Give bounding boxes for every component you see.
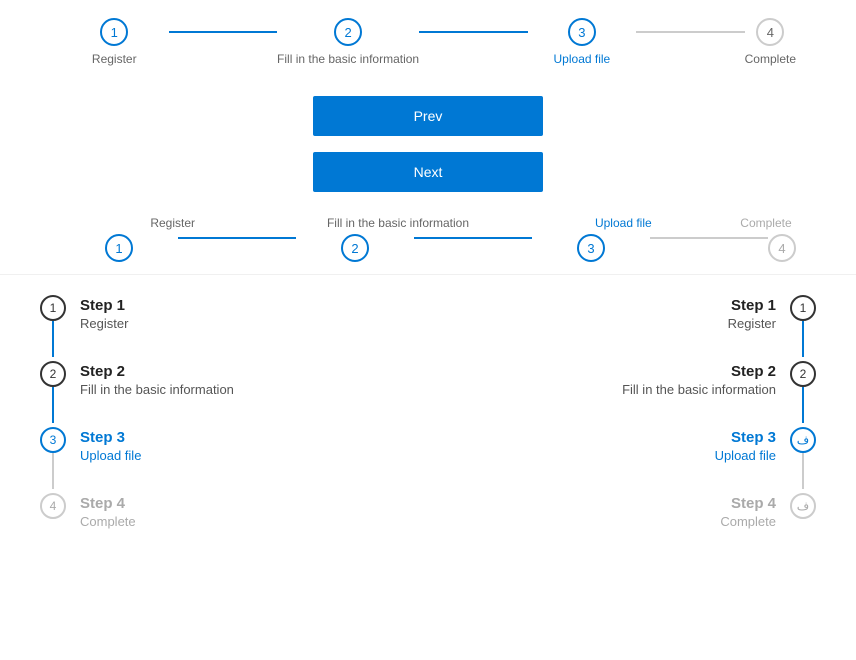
s2-label-2: Fill in the basic information bbox=[327, 216, 469, 230]
v-left-circle-3: 3 bbox=[40, 427, 66, 453]
step-4-circle: 4 bbox=[756, 18, 784, 46]
v-stepper-right: 1 Step 1 Register 2 Step 2 Fill in the b… bbox=[428, 295, 816, 529]
v-right-content-4: Step 4 Complete bbox=[428, 493, 776, 529]
s2-step-4: 4 bbox=[768, 234, 796, 262]
s2-step-4-circle: 4 bbox=[768, 234, 796, 262]
v-left-subtitle-4: Complete bbox=[80, 514, 136, 529]
v-left-subtitle-1: Register bbox=[80, 316, 128, 331]
v-left-title-1: Step 1 bbox=[80, 297, 128, 314]
s2-label-1: Register bbox=[150, 216, 195, 230]
step-2-label: Fill in the basic information bbox=[277, 52, 419, 66]
v-right-content-1: Step 1 Register bbox=[428, 295, 776, 361]
v-left-subtitle-2: Fill in the basic information bbox=[80, 382, 234, 397]
step-1-circle: 1 bbox=[100, 18, 128, 46]
next-button[interactable]: Next bbox=[313, 152, 543, 192]
v-right-title-1: Step 1 bbox=[428, 297, 776, 314]
v-right-circle-1: 1 bbox=[790, 295, 816, 321]
v-left-step-2-track: 2 bbox=[40, 361, 66, 423]
v-left-step-3-track: 3 bbox=[40, 427, 66, 489]
step-2: 2 Fill in the basic information bbox=[277, 18, 419, 66]
v-left-line-3 bbox=[52, 453, 54, 489]
s2-label-3: Upload file bbox=[595, 216, 652, 230]
s2-step-2-circle: 2 bbox=[341, 234, 369, 262]
prev-button[interactable]: Prev bbox=[313, 96, 543, 136]
v-right-content-2: Step 2 Fill in the basic information bbox=[428, 361, 776, 427]
s2-step-2: 2 bbox=[296, 234, 414, 262]
connector-1-2 bbox=[169, 31, 278, 33]
s2-connector-2-3 bbox=[414, 237, 532, 239]
connector-3-4 bbox=[636, 31, 745, 33]
v-right-circle-4: ف bbox=[790, 493, 816, 519]
v-left-circle-4: 4 bbox=[40, 493, 66, 519]
v-left-line-2 bbox=[52, 387, 54, 423]
v-left-subtitle-3: Upload file bbox=[80, 448, 141, 463]
v-left-content-1: Step 1 Register bbox=[80, 295, 128, 361]
step-4-label: Complete bbox=[745, 52, 796, 66]
step-4: 4 Complete bbox=[745, 18, 796, 66]
v-left-circle-1: 1 bbox=[40, 295, 66, 321]
v-left-step-1: 1 Step 1 Register bbox=[40, 295, 428, 361]
v-right-circle-3: ف bbox=[790, 427, 816, 453]
v-right-subtitle-2: Fill in the basic information bbox=[428, 382, 776, 397]
v-left-step-3: 3 Step 3 Upload file bbox=[40, 427, 428, 493]
step-3-label: Upload file bbox=[554, 52, 611, 66]
s2-step-1-circle: 1 bbox=[105, 234, 133, 262]
s2-step-3: 3 bbox=[532, 234, 650, 262]
v-left-content-2: Step 2 Fill in the basic information bbox=[80, 361, 234, 427]
s2-connector-3-4 bbox=[650, 237, 768, 239]
v-right-step-3: ف Step 3 Upload file bbox=[428, 427, 816, 493]
step-2-circle: 2 bbox=[334, 18, 362, 46]
step-3: 3 Upload file bbox=[528, 18, 637, 66]
v-right-step-4: ف Step 4 Complete bbox=[428, 493, 816, 529]
stepper-2-track: 1 2 3 4 bbox=[60, 234, 796, 262]
v-right-step-1: 1 Step 1 Register bbox=[428, 295, 816, 361]
v-left-title-4: Step 4 bbox=[80, 495, 136, 512]
v-right-line-3 bbox=[802, 453, 804, 489]
stepper-1-container: 1 Register 2 Fill in the basic informati… bbox=[0, 0, 856, 76]
v-right-title-2: Step 2 bbox=[428, 363, 776, 380]
v-right-line-1 bbox=[802, 321, 804, 357]
step-1-label: Register bbox=[92, 52, 137, 66]
v-right-circle-2: 2 bbox=[790, 361, 816, 387]
stepper-1-track: 1 Register 2 Fill in the basic informati… bbox=[60, 18, 796, 66]
v-right-step-2: 2 Step 2 Fill in the basic information bbox=[428, 361, 816, 427]
v-right-title-3: Step 3 bbox=[428, 429, 776, 446]
step-1: 1 Register bbox=[60, 18, 169, 66]
buttons-container: Prev Next bbox=[0, 76, 856, 212]
v-stepper-left: 1 Step 1 Register 2 Step 2 Fill in the b… bbox=[40, 295, 428, 529]
v-right-step-3-track: ف bbox=[790, 427, 816, 489]
s2-step-3-circle: 3 bbox=[577, 234, 605, 262]
v-right-line-2 bbox=[802, 387, 804, 423]
v-right-title-4: Step 4 bbox=[428, 495, 776, 512]
v-right-step-2-track: 2 bbox=[790, 361, 816, 423]
v-left-title-3: Step 3 bbox=[80, 429, 141, 446]
v-right-step-1-track: 1 bbox=[790, 295, 816, 357]
v-right-subtitle-1: Register bbox=[428, 316, 776, 331]
v-right-subtitle-4: Complete bbox=[428, 514, 776, 529]
v-right-subtitle-3: Upload file bbox=[428, 448, 776, 463]
s2-label-4: Complete bbox=[740, 216, 791, 230]
vertical-stepper-right: 1 Step 1 Register 2 Step 2 Fill in the b… bbox=[428, 295, 856, 529]
v-left-line-1 bbox=[52, 321, 54, 357]
v-left-step-1-track: 1 bbox=[40, 295, 66, 357]
v-left-step-4: 4 Step 4 Complete bbox=[40, 493, 428, 529]
v-left-content-4: Step 4 Complete bbox=[80, 493, 136, 529]
step-3-circle: 3 bbox=[568, 18, 596, 46]
v-right-content-3: Step 3 Upload file bbox=[428, 427, 776, 493]
vertical-steppers-section: 1 Step 1 Register 2 Step 2 Fill in the b… bbox=[0, 275, 856, 529]
v-left-content-3: Step 3 Upload file bbox=[80, 427, 141, 493]
s2-connector-1-2 bbox=[178, 237, 296, 239]
stepper-2-container: Register Fill in the basic information U… bbox=[0, 212, 856, 274]
v-right-step-4-track: ف bbox=[790, 493, 816, 519]
v-left-title-2: Step 2 bbox=[80, 363, 234, 380]
v-left-step-4-track: 4 bbox=[40, 493, 66, 519]
v-left-circle-2: 2 bbox=[40, 361, 66, 387]
connector-2-3 bbox=[419, 31, 528, 33]
s2-step-1: 1 bbox=[60, 234, 178, 262]
v-left-step-2: 2 Step 2 Fill in the basic information bbox=[40, 361, 428, 427]
vertical-stepper-left: 1 Step 1 Register 2 Step 2 Fill in the b… bbox=[0, 295, 428, 529]
